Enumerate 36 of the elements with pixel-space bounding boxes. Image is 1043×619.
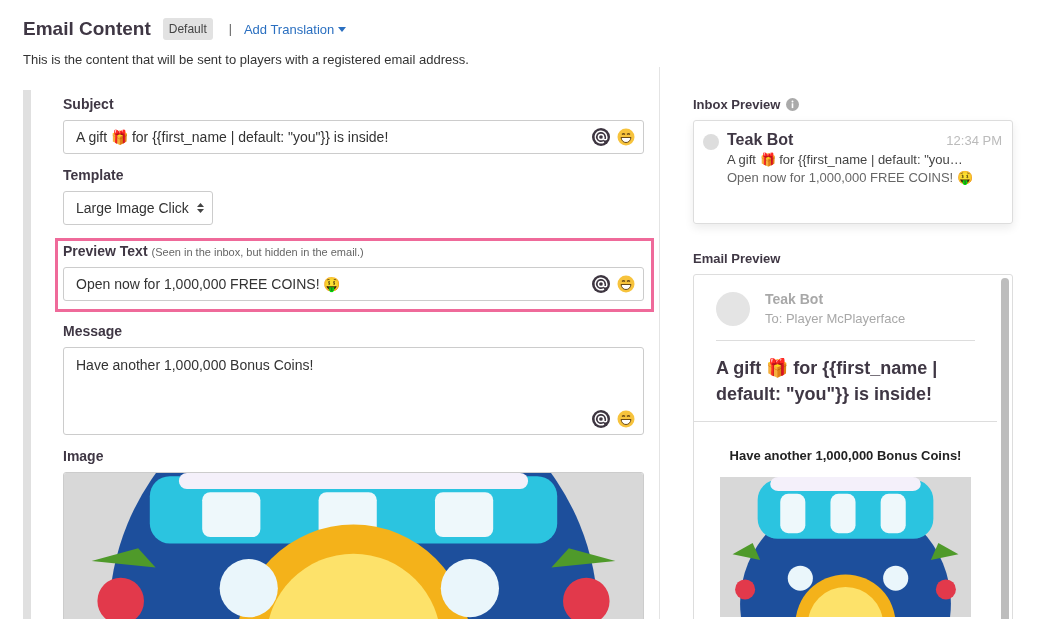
email-message: Have another 1,000,000 Bonus Coins! — [728, 447, 963, 465]
page-title: Email Content — [23, 18, 151, 40]
preview-line: Open now for 1,000,000 FREE COINS! 🤑 — [727, 170, 974, 185]
unread-dot — [703, 134, 719, 150]
email-subject: A gift 🎁 for {{first_name | default: "you"}} is inside! — [694, 341, 997, 422]
field-label: Image — [63, 448, 105, 464]
scrollbar[interactable] — [1001, 278, 1009, 619]
text-field[interactable]: Open now for 1,000,000 FREE COINS! 🤑 — [63, 267, 644, 301]
field-label: Preview Text — [63, 243, 148, 259]
sender-name: Teak Bot — [765, 291, 825, 307]
template-select[interactable]: Large Image Click — [63, 191, 213, 225]
sender-name: Teak Bot — [727, 131, 794, 149]
up-down-arrows-icon[interactable] — [196, 202, 204, 214]
field-label: Message — [63, 323, 124, 339]
grin-icon[interactable] — [617, 275, 635, 293]
at-icon[interactable] — [592, 410, 610, 428]
avatar — [716, 291, 750, 326]
at-icon[interactable] — [592, 128, 610, 146]
recipient-text: To: Player McPlayerface — [765, 311, 906, 326]
field-label: Subject — [63, 96, 115, 112]
caret-icon[interactable] — [338, 26, 347, 32]
grin-icon[interactable] — [617, 410, 635, 428]
message-field[interactable]: Have another 1,000,000 Bonus Coins! — [63, 347, 644, 435]
section-title: Inbox Preview — [693, 97, 781, 112]
separator: | — [228, 22, 232, 36]
subject-line: A gift 🎁 for {{first_name | default: "you… — [727, 152, 964, 167]
language-badge: Default — [162, 18, 213, 40]
section-title: Email Preview — [693, 251, 781, 266]
text-field[interactable]: A gift 🎁 for {{first_name | default: "you"}} is inside! — [63, 120, 644, 154]
description-text: This is the content that will be sent to players with a registered email address. — [23, 52, 470, 67]
field-label: Template — [63, 167, 125, 183]
grin-icon[interactable] — [617, 128, 635, 146]
field-hint: (Seen in the inbox, but hidden in the email.) — [151, 246, 364, 258]
add-translation-link[interactable]: Add Translation — [243, 21, 347, 37]
message-time: 12:34 PM — [946, 132, 1002, 148]
at-icon[interactable] — [592, 275, 610, 293]
